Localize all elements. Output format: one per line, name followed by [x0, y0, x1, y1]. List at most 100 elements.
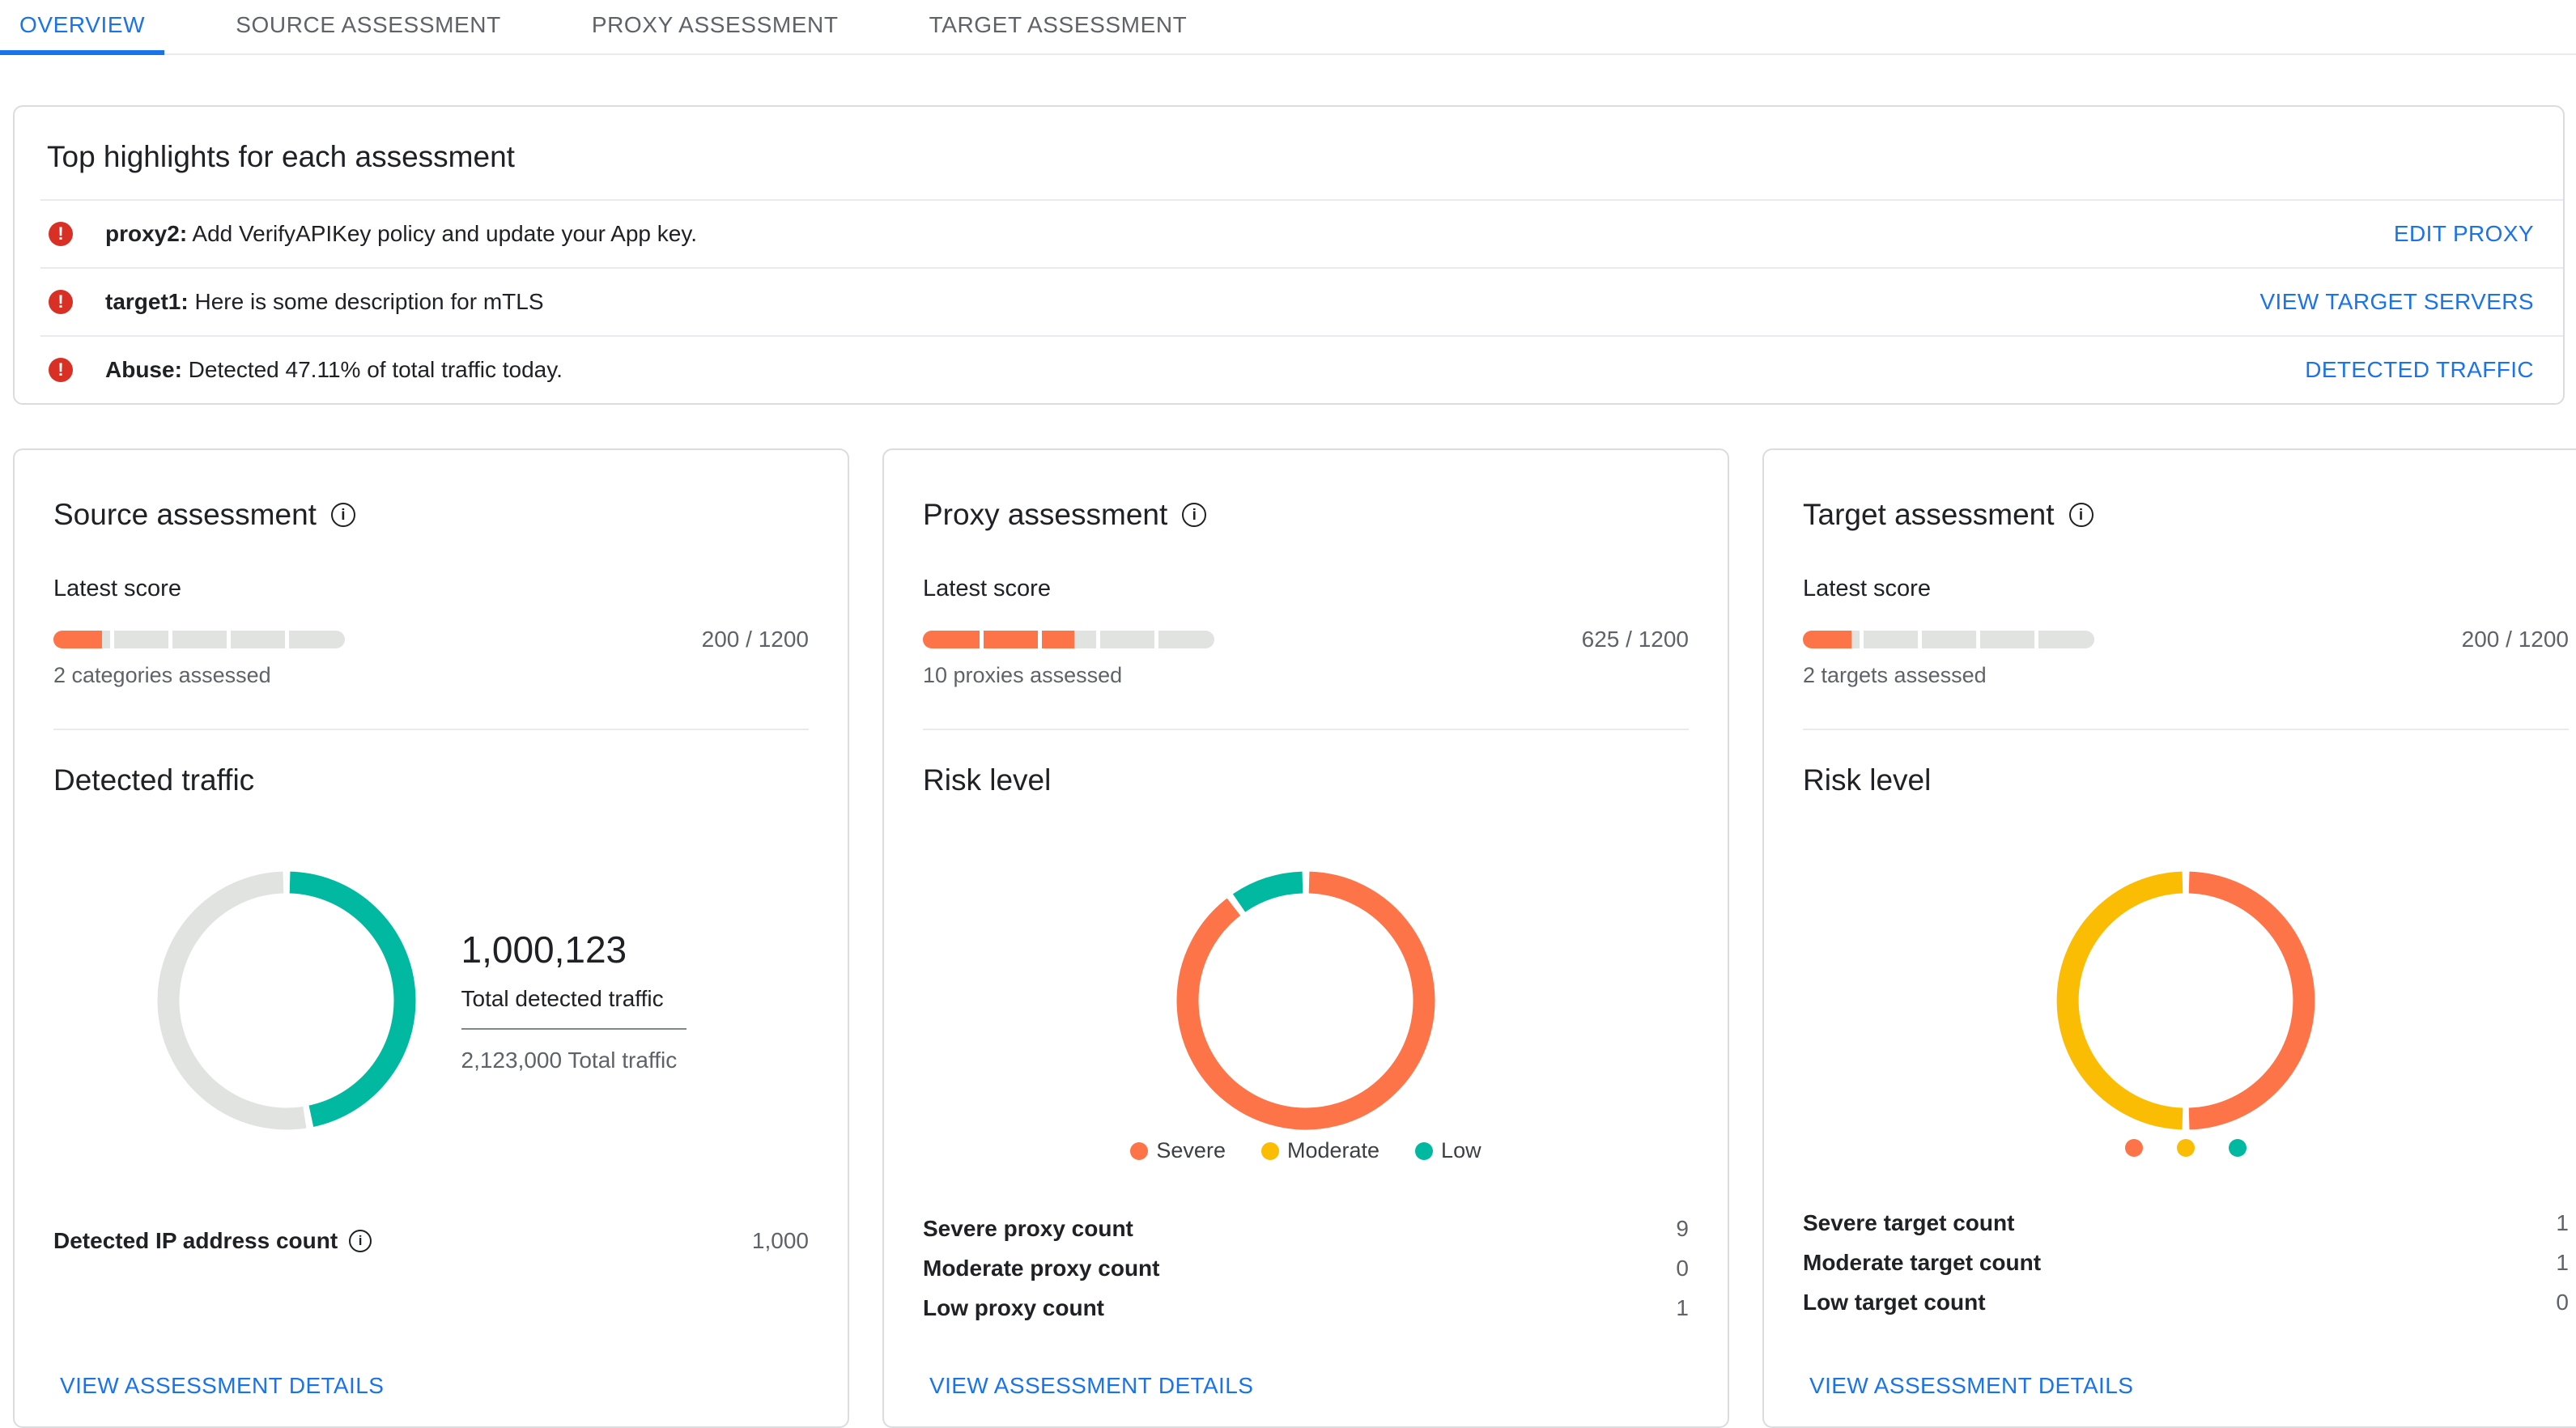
- count-value: 1: [2556, 1209, 2569, 1235]
- edit-proxy-link[interactable]: EDIT PROXY: [2394, 221, 2534, 247]
- highlight-text: Abuse: Detected 47.11% of total traffic …: [105, 357, 563, 383]
- legend-item-moderate: Moderate: [1260, 1138, 1379, 1163]
- donut-segment-remaining-traffic: [157, 871, 306, 1130]
- legend-item-low: Low: [1415, 1138, 1481, 1163]
- count-value: 0: [2556, 1289, 2569, 1315]
- score-bar-segment-gap: [1860, 630, 1864, 649]
- count-label: Severe target count: [1803, 1209, 2015, 1235]
- count-value: 0: [1676, 1255, 1689, 1281]
- tab-target-assessment[interactable]: TARGET ASSESSMENT: [910, 0, 1207, 55]
- assessed-count-text: 2 targets assessed: [1803, 663, 1987, 687]
- score-value: 200 / 1200: [701, 627, 809, 652]
- score-bar-segment-gap: [285, 630, 289, 649]
- divider: [461, 1028, 687, 1030]
- view-target-servers-link[interactable]: VIEW TARGET SERVERS: [2259, 289, 2534, 315]
- legend-dot: [1415, 1141, 1434, 1160]
- highlight-subject: proxy2:: [105, 221, 188, 246]
- card-title-text: Source assessment: [53, 498, 317, 531]
- chart-area: [1803, 871, 2569, 1158]
- card-title: Proxy assessment i: [923, 495, 1689, 534]
- view-assessment-details-link[interactable]: VIEW ASSESSMENT DETAILS: [60, 1373, 384, 1399]
- legend-label: Severe: [1156, 1138, 1226, 1162]
- assessed-count-text: 10 proxies assessed: [923, 663, 1123, 687]
- donut-svg: [2056, 871, 2315, 1130]
- latest-score-label: Latest score: [53, 576, 181, 601]
- tab-proxy-assessment[interactable]: PROXY ASSESSMENT: [572, 0, 858, 55]
- severe-count-row: Severe proxy count 9: [923, 1209, 1689, 1248]
- total-traffic-text: 2,123,000 Total traffic: [461, 1048, 678, 1073]
- score-bar-segment-gap: [980, 630, 984, 649]
- score-bar-segment-gap: [227, 630, 231, 649]
- highlight-row-target1: ! target1: Here is some description for …: [15, 269, 2563, 335]
- detected-ip-count-label: Detected IP address count i: [53, 1228, 372, 1254]
- tab-bar: OVERVIEW SOURCE ASSESSMENT PROXY ASSESSM…: [0, 0, 2576, 55]
- highlight-row-proxy2: ! proxy2: Add VerifyAPIKey policy and up…: [15, 201, 2563, 267]
- donut-svg: [157, 871, 415, 1130]
- risk-level-heading: Risk level: [1803, 763, 1932, 797]
- detected-traffic-link[interactable]: DETECTED TRAFFIC: [2305, 357, 2534, 383]
- legend-dot: [2229, 1139, 2247, 1157]
- info-icon[interactable]: i: [349, 1229, 372, 1252]
- moderate-count-row: Moderate target count 1: [1803, 1243, 2569, 1282]
- score-progress-bar: [1803, 630, 2094, 649]
- risk-level-donut-chart: [1176, 871, 1435, 1130]
- legend-item-low: [2229, 1139, 2247, 1157]
- assessment-cards-row: Source assessment i Latest score 200 / 1…: [13, 448, 2576, 1428]
- low-count-row: Low target count 0: [1803, 1282, 2569, 1322]
- highlight-text: proxy2: Add VerifyAPIKey policy and upda…: [105, 221, 697, 247]
- severe-count-row: Severe target count 1: [1803, 1203, 2569, 1243]
- donut-segment-moderate: [2056, 871, 2183, 1130]
- donut-segment-severe: [2188, 871, 2315, 1130]
- score-bar-segment-gap: [1976, 630, 1980, 649]
- top-highlights-card: Top highlights for each assessment ! pro…: [13, 105, 2565, 405]
- chart-area: Severe Moderate Low: [923, 871, 1689, 1163]
- proxy-assessment-card: Proxy assessment i Latest score 625 / 12…: [882, 448, 1729, 1428]
- risk-counts: Severe proxy count 9 Moderate proxy coun…: [923, 1209, 1689, 1328]
- count-label: Moderate target count: [1803, 1249, 2042, 1275]
- error-icon: !: [49, 290, 73, 314]
- count-value: 1: [2556, 1249, 2569, 1275]
- divider: [53, 729, 809, 730]
- score-row: 200 / 1200: [53, 627, 809, 652]
- info-icon[interactable]: i: [330, 503, 355, 527]
- score-bar-segment-gap: [1096, 630, 1100, 649]
- legend-label: Low: [1441, 1138, 1481, 1162]
- detected-traffic-heading: Detected traffic: [53, 763, 255, 797]
- legend-item-severe: [2125, 1139, 2143, 1157]
- score-value: 200 / 1200: [2461, 627, 2569, 652]
- latest-score-label: Latest score: [923, 576, 1051, 601]
- card-title: Target assessment i: [1803, 495, 2569, 534]
- score-bar-segment-gap: [1918, 630, 1922, 649]
- card-title: Source assessment i: [53, 495, 809, 534]
- count-label: Moderate proxy count: [923, 1255, 1160, 1281]
- score-value: 625 / 1200: [1581, 627, 1689, 652]
- view-assessment-details-link[interactable]: VIEW ASSESSMENT DETAILS: [1809, 1373, 2133, 1399]
- source-assessment-card: Source assessment i Latest score 200 / 1…: [13, 448, 849, 1428]
- highlight-subject: target1:: [105, 289, 189, 314]
- chart-area: 1,000,123 Total detected traffic 2,123,0…: [53, 871, 809, 1130]
- info-icon[interactable]: i: [1182, 503, 1207, 527]
- card-title-text: Target assessment: [1803, 498, 2055, 531]
- moderate-count-row: Moderate proxy count 0: [923, 1248, 1689, 1288]
- count-value: 1: [1676, 1294, 1689, 1320]
- detected-ip-count-row: Detected IP address count i 1,000: [53, 1221, 809, 1260]
- score-row: 625 / 1200: [923, 627, 1689, 652]
- tab-overview[interactable]: OVERVIEW: [0, 0, 165, 55]
- score-progress-bar: [923, 630, 1214, 649]
- highlight-subject: Abuse:: [105, 357, 182, 382]
- score-bar-segment-gap: [1154, 630, 1158, 649]
- count-label: Severe proxy count: [923, 1215, 1133, 1241]
- divider: [923, 729, 1689, 730]
- info-icon[interactable]: i: [2068, 503, 2094, 527]
- tab-source-assessment[interactable]: SOURCE ASSESSMENT: [216, 0, 521, 55]
- score-bar-segment-gap: [110, 630, 114, 649]
- view-assessment-details-link[interactable]: VIEW ASSESSMENT DETAILS: [929, 1373, 1253, 1399]
- donut-svg: [1176, 871, 1435, 1130]
- score-progress-bar: [53, 630, 345, 649]
- risk-legend: [2125, 1138, 2247, 1158]
- highlight-description: Detected 47.11% of total traffic today.: [181, 357, 563, 382]
- low-count-row: Low proxy count 1: [923, 1288, 1689, 1328]
- traffic-stats-block: 1,000,123 Total detected traffic 2,123,0…: [461, 928, 706, 1073]
- divider: [1803, 729, 2569, 730]
- count-label: Low proxy count: [923, 1294, 1104, 1320]
